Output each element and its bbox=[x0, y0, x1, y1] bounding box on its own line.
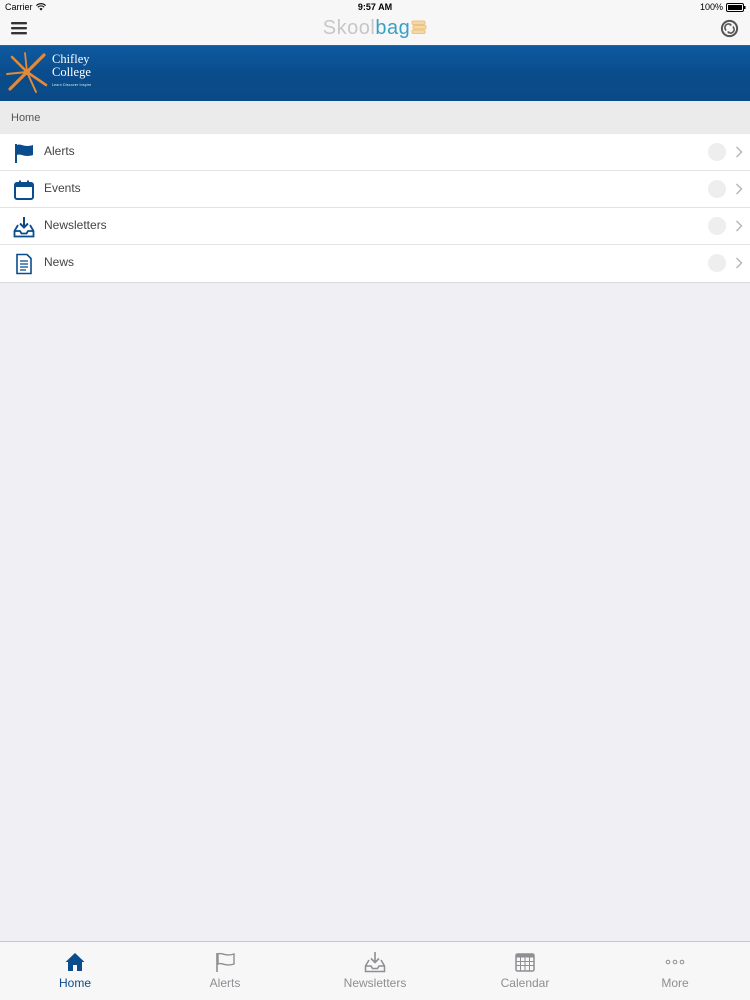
battery-percent: 100% bbox=[699, 2, 723, 12]
app-logo: Skoolbag bbox=[0, 17, 750, 40]
tab-label: More bbox=[661, 976, 689, 990]
breadcrumb: Home bbox=[0, 101, 750, 135]
calendar-icon bbox=[14, 180, 34, 200]
flag-icon bbox=[216, 952, 235, 972]
menu-item-newsletters[interactable]: Newsletters bbox=[0, 208, 750, 245]
count-badge bbox=[708, 143, 726, 161]
tab-label: Newsletters bbox=[343, 976, 407, 990]
school-name-line2: College bbox=[52, 65, 91, 79]
home-icon bbox=[65, 953, 85, 971]
count-badge bbox=[708, 217, 726, 235]
school-tagline: Learn Discover Inspire bbox=[52, 83, 92, 87]
tab-label: Home bbox=[58, 976, 91, 990]
tab-label: Alerts bbox=[209, 976, 241, 990]
inbox-download-icon bbox=[13, 217, 35, 238]
menu-item-label: News bbox=[44, 255, 75, 269]
more-dots-icon bbox=[665, 959, 685, 965]
books-icon bbox=[411, 20, 427, 34]
tab-bar: Home Alerts Newsletters Calendar More bbox=[0, 941, 750, 1000]
calendar-grid-icon bbox=[515, 953, 535, 972]
count-badge bbox=[708, 254, 726, 272]
document-icon bbox=[16, 253, 32, 275]
school-name: Chifley College bbox=[52, 53, 91, 79]
school-logo-icon bbox=[6, 52, 48, 93]
battery-icon bbox=[726, 2, 746, 12]
flag-icon bbox=[15, 144, 33, 163]
tab-home[interactable]: Home bbox=[0, 942, 150, 1000]
sync-icon[interactable] bbox=[720, 19, 739, 38]
status-bar: Carrier 9:57 AM 100% bbox=[0, 0, 750, 14]
tab-label: Calendar bbox=[500, 976, 550, 990]
tab-more[interactable]: More bbox=[600, 942, 750, 1000]
battery-indicator: 100% bbox=[700, 2, 746, 12]
app-logo-part1: Skool bbox=[322, 17, 376, 39]
tab-calendar[interactable]: Calendar bbox=[450, 942, 600, 1000]
menu-item-events[interactable]: Events bbox=[0, 171, 750, 208]
chevron-right-icon bbox=[736, 257, 743, 269]
chevron-right-icon bbox=[736, 146, 743, 158]
school-banner: Chifley College Learn Discover Inspire bbox=[0, 45, 750, 102]
breadcrumb-label: Home bbox=[11, 112, 41, 124]
chevron-right-icon bbox=[736, 220, 743, 232]
home-menu-list: Alerts Events Newsletters News bbox=[0, 134, 750, 283]
inbox-download-icon bbox=[364, 952, 386, 973]
menu-item-alerts[interactable]: Alerts bbox=[0, 134, 750, 171]
tab-newsletters[interactable]: Newsletters bbox=[300, 942, 450, 1000]
menu-item-label: Newsletters bbox=[44, 218, 107, 232]
tab-alerts[interactable]: Alerts bbox=[150, 942, 300, 1000]
count-badge bbox=[708, 180, 726, 198]
status-time: 9:57 AM bbox=[357, 2, 393, 12]
menu-item-label: Alerts bbox=[44, 144, 75, 158]
menu-item-news[interactable]: News bbox=[0, 245, 750, 282]
app-logo-part2: bag bbox=[375, 17, 411, 39]
nav-bar: Skoolbag bbox=[0, 14, 750, 45]
chevron-right-icon bbox=[736, 183, 743, 195]
menu-item-label: Events bbox=[44, 181, 81, 195]
